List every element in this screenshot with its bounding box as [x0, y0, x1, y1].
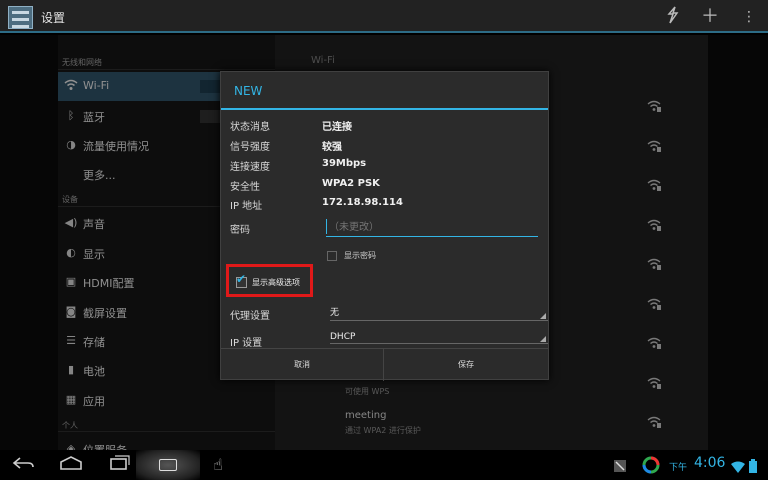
clock-time: 4:06: [694, 455, 726, 471]
info-row-signal: 信号强度 较强: [230, 138, 540, 154]
show-password-checkbox[interactable]: [327, 251, 337, 261]
ip-settings-spinner[interactable]: DHCP: [330, 330, 548, 344]
proxy-label: 代理设置: [230, 311, 270, 322]
info-row-status: 状态消息 已连接: [230, 118, 540, 134]
info-row-ip: IP 地址 172.18.98.114: [230, 197, 540, 213]
app-notification-icon[interactable]: [642, 456, 660, 474]
wifi-status-icon: [731, 458, 745, 473]
back-icon[interactable]: [6, 454, 42, 476]
settings-app-icon[interactable]: [8, 6, 33, 29]
ip-settings-row: IP 设置 DHCP: [230, 330, 548, 350]
dialog-button-bar: 取消 保存: [221, 348, 548, 381]
info-key: 连接速度: [230, 162, 270, 173]
save-button[interactable]: 保存: [384, 349, 548, 381]
proxy-settings-row: 代理设置 无: [230, 303, 548, 323]
recent-apps-icon[interactable]: [102, 454, 138, 476]
checkmark-icon: ✔: [236, 272, 247, 286]
camera-icon: [159, 459, 177, 471]
dialog-title: NEW: [234, 84, 263, 98]
hand-pointer-icon[interactable]: ☝: [200, 454, 236, 476]
info-value: WPA2 PSK: [322, 178, 380, 189]
cancel-button[interactable]: 取消: [221, 349, 384, 381]
dialog-title-divider: [221, 108, 548, 110]
info-key: 信号强度: [230, 142, 270, 153]
info-value: 172.18.98.114: [322, 197, 403, 208]
show-advanced-label: 显示高级选项: [252, 278, 300, 287]
info-value: 较强: [322, 142, 342, 153]
info-value: 39Mbps: [322, 158, 367, 169]
overflow-menu-icon[interactable]: ⋮: [736, 6, 762, 28]
clock-ampm: 下午: [669, 463, 688, 473]
proxy-spinner[interactable]: 无: [330, 303, 548, 321]
app-title: 设置: [41, 11, 66, 25]
info-key: 状态消息: [230, 122, 270, 133]
add-icon[interactable]: ＋: [697, 6, 723, 28]
ip-settings-label: IP 设置: [230, 338, 263, 349]
action-bar: 设置 ＋ ⋮: [0, 0, 768, 33]
ip-settings-value: DHCP: [330, 332, 356, 342]
spinner-arrow-icon: [540, 313, 546, 319]
system-bar: ☝ 下午 4:06: [0, 450, 768, 480]
info-key: IP 地址: [230, 201, 263, 212]
info-row-speed: 连接速度 39Mbps: [230, 158, 540, 174]
info-row-security: 安全性 WPA2 PSK: [230, 178, 540, 194]
wifi-network-dialog: NEW 状态消息 已连接 信号强度 较强 连接速度 39Mbps 安全性 WPA…: [220, 71, 549, 381]
show-password-label: 显示密码: [344, 251, 376, 260]
info-value: 已连接: [322, 122, 352, 133]
password-field[interactable]: [326, 219, 538, 237]
battery-status-icon: [748, 458, 758, 473]
password-label: 密码: [230, 225, 250, 236]
notification-icon[interactable]: [613, 458, 627, 472]
screenshot-button[interactable]: [136, 450, 200, 480]
home-icon[interactable]: [53, 454, 89, 476]
proxy-value: 无: [330, 308, 340, 318]
spinner-arrow-icon: [540, 336, 546, 342]
info-key: 安全性: [230, 182, 260, 193]
text-cursor: [326, 219, 327, 234]
wifi-scan-icon[interactable]: [660, 6, 686, 28]
